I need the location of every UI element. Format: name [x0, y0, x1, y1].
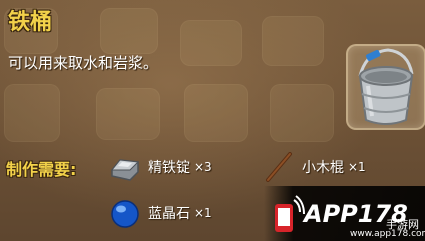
iron-ingot-icon	[110, 159, 140, 181]
material-quantity: ×3	[194, 160, 212, 174]
item-description: 可以用来取水和岩浆。	[8, 54, 159, 72]
material-item: 蓝晶石 ×1	[108, 198, 212, 228]
material-quantity: ×1	[194, 206, 212, 220]
material-quantity: ×1	[348, 160, 366, 174]
material-item: 小木棍 ×1	[262, 152, 366, 182]
item-icon-frame	[346, 44, 425, 130]
background-slot	[184, 84, 248, 142]
material-name: 小木棍	[302, 160, 344, 176]
background-slot	[4, 84, 60, 142]
requirements-label: 制作需要:	[6, 160, 77, 179]
blue-crystal-icon	[111, 200, 139, 228]
item-title: 铁桶	[8, 10, 53, 35]
material-item: 精铁锭 ×3	[108, 152, 212, 182]
wooden-stick-icon	[266, 152, 292, 182]
phone-signal-icon	[275, 195, 305, 232]
app178-watermark: APP178 手游网 www.app178.com	[264, 186, 425, 241]
background-slot	[270, 84, 334, 142]
background-slot	[100, 8, 158, 54]
watermark-url: www.app178.com	[350, 229, 425, 239]
background-slot	[180, 20, 242, 66]
iron-bucket-icon	[358, 48, 414, 125]
material-name: 精铁锭	[148, 160, 190, 176]
background-slot	[96, 88, 160, 140]
background-slot	[262, 16, 324, 66]
item-detail-panel: 铁桶 可以用来取水和岩浆。 制作需要: 精铁锭 ×3 小木棍 ×1 蓝晶石 ×1…	[0, 0, 425, 241]
material-name: 蓝晶石	[148, 206, 190, 222]
